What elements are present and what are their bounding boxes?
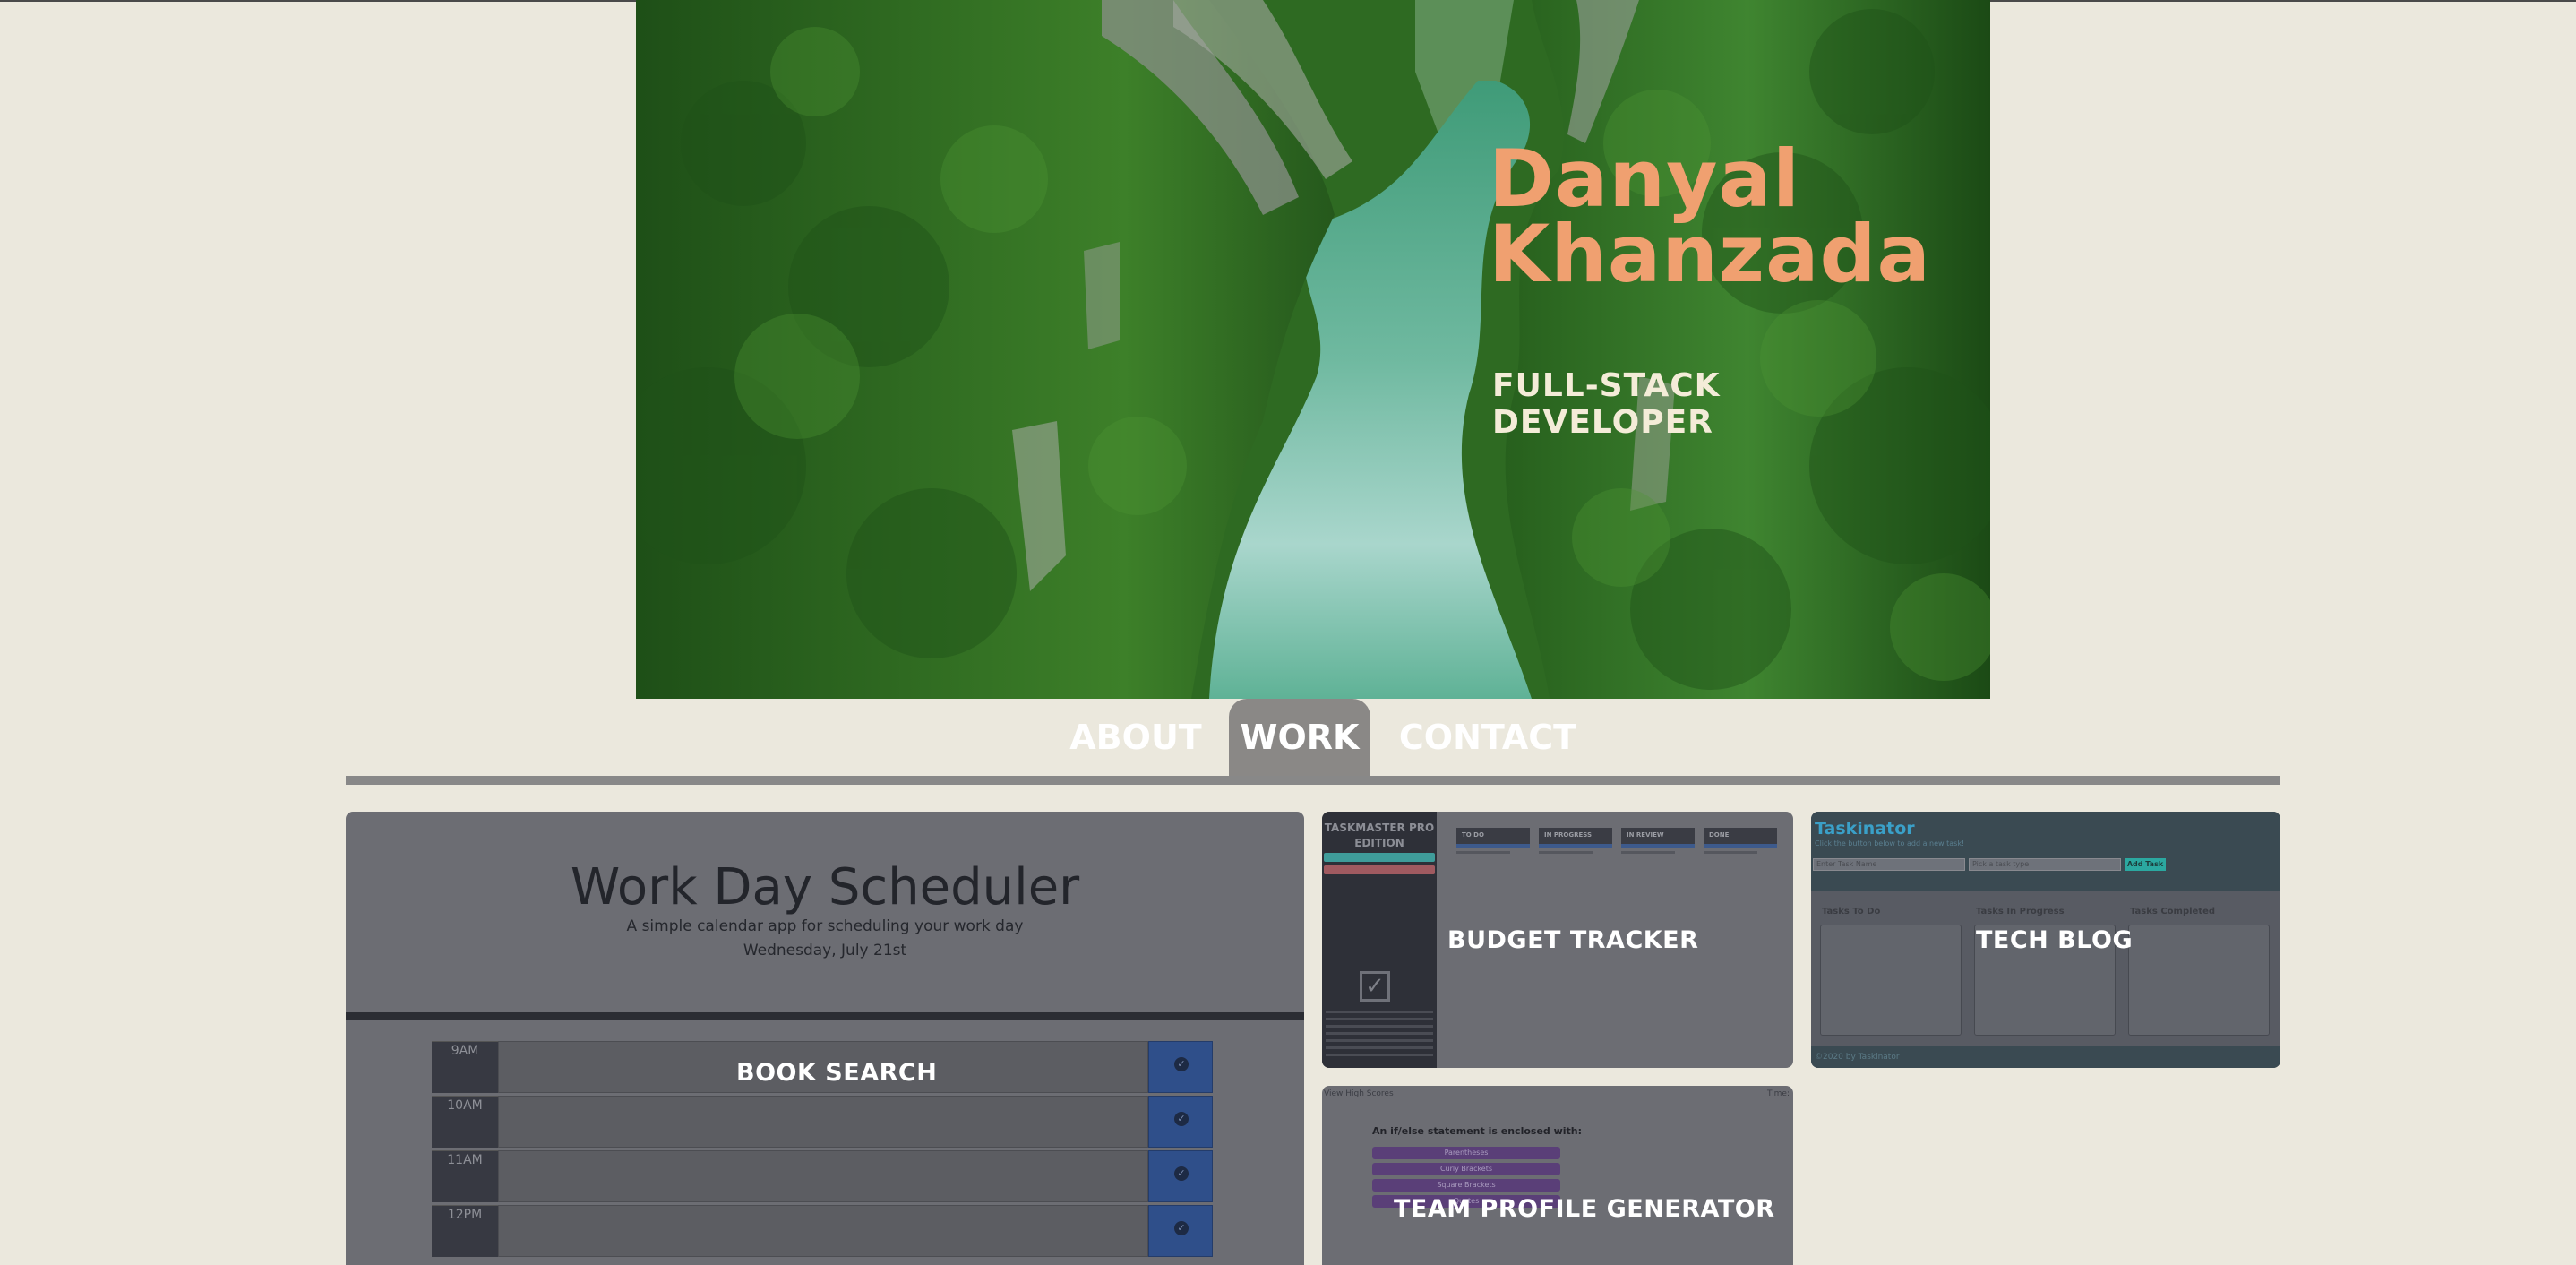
- project-title-tech-blog: TECH BLOG: [1976, 926, 2134, 954]
- project-title-budget-tracker: BUDGET TRACKER: [1447, 926, 1699, 954]
- time-block-text: [498, 1205, 1148, 1257]
- project-card-budget-tracker[interactable]: TASKMASTER PRO EDITION ✓ TO DO IN PROGRE…: [1322, 812, 1793, 1068]
- preview-side-title: TASKMASTER PRO EDITION: [1324, 822, 1435, 849]
- preview-column-text: [1539, 851, 1593, 854]
- preview-column-text: [1456, 851, 1510, 854]
- preview-sidebar: TASKMASTER PRO EDITION ✓: [1322, 812, 1437, 1068]
- save-icon: [1148, 1041, 1213, 1093]
- project-title-book-search: BOOK SEARCH: [736, 1059, 938, 1087]
- preview-column-head: Tasks To Do: [1822, 907, 1881, 916]
- project-title-team-profile-generator: TEAM PROFILE GENERATOR: [1394, 1195, 1775, 1223]
- hero-name: Danyal Khanzada: [1489, 133, 1931, 300]
- preview-column: DONE: [1704, 828, 1777, 855]
- preview-column-head: Tasks Completed: [2130, 907, 2216, 916]
- preview-column-text: [1704, 851, 1757, 854]
- nav-about[interactable]: ABOUT: [1062, 699, 1209, 776]
- hero-role: FULL-STACK DEVELOPER: [1492, 367, 1721, 441]
- preview-column-head: DONE: [1704, 828, 1777, 844]
- nav-divider: [346, 776, 2280, 785]
- preview-tagline: Click the button below to add a new task…: [1815, 839, 1965, 848]
- time-block: 10AM: [432, 1096, 1213, 1148]
- preview-column-bar: [1539, 844, 1612, 848]
- preview-subtitle: A simple calendar app for scheduling you…: [626, 917, 1024, 935]
- time-block-text: [498, 1150, 1148, 1202]
- project-card-tech-blog[interactable]: Taskinator Click the button below to add…: [1811, 812, 2280, 1068]
- preview-delete-button: [1324, 865, 1435, 874]
- preview-add-task-button: Add Task: [2125, 858, 2166, 871]
- project-card-team-profile-generator[interactable]: View High Scores Time: An if/else statem…: [1322, 1086, 1793, 1265]
- preview-column: TO DO: [1456, 828, 1530, 855]
- time-block: 11AM: [432, 1150, 1213, 1202]
- preview-header: Taskinator Click the button below to add…: [1811, 812, 2280, 891]
- preview-date: Wednesday, July 21st: [743, 942, 907, 960]
- preview-task-type-select: Pick a task type: [1969, 858, 2121, 871]
- preview-choice: Parentheses: [1372, 1147, 1560, 1159]
- preview-column-bar: [1621, 844, 1695, 848]
- preview-high-scores-link: View High Scores: [1324, 1089, 1394, 1098]
- nav-contact[interactable]: CONTACT: [1394, 699, 1582, 776]
- preview-task-list: [1820, 925, 1962, 1036]
- hour-label: 11AM: [432, 1150, 498, 1202]
- preview-choice: Curly Brackets: [1372, 1163, 1560, 1175]
- preview-column: IN PROGRESS: [1539, 828, 1612, 855]
- save-icon: [1148, 1096, 1213, 1148]
- main-nav: ABOUT WORK CONTACT: [0, 699, 2576, 776]
- nav-work[interactable]: WORK: [1229, 699, 1370, 776]
- hero-banner: Danyal Khanzada FULL-STACK DEVELOPER: [636, 0, 1990, 699]
- preview-divider: [346, 1012, 1304, 1020]
- save-icon: [1148, 1150, 1213, 1202]
- project-card-book-search[interactable]: Work Day Scheduler A simple calendar app…: [346, 812, 1304, 1265]
- preview-column-text: [1621, 851, 1675, 854]
- canyon-background-image: [636, 0, 1990, 699]
- save-icon: [1148, 1205, 1213, 1257]
- preview-task-list: [2128, 925, 2270, 1036]
- preview-footer: ©2020 by Taskinator: [1811, 1046, 2280, 1068]
- preview-column-head: TO DO: [1456, 828, 1530, 844]
- preview-title: Work Day Scheduler: [570, 858, 1080, 916]
- time-block-text: [498, 1096, 1148, 1148]
- checkbox-icon: ✓: [1360, 971, 1390, 1002]
- time-block: 12PM: [432, 1205, 1213, 1257]
- preview-timer: Time:: [1766, 1089, 1790, 1098]
- preview-side-text: [1326, 1011, 1433, 1057]
- preview-choice: Square Brackets: [1372, 1179, 1560, 1192]
- preview-title: Taskinator: [1815, 819, 1915, 839]
- preview-column-head: IN REVIEW: [1621, 828, 1695, 844]
- hour-label: 10AM: [432, 1096, 498, 1148]
- preview-column-head: Tasks In Progress: [1976, 907, 2065, 916]
- preview-add-button: [1324, 853, 1435, 862]
- preview-column-head: IN PROGRESS: [1539, 828, 1612, 844]
- preview-column: IN REVIEW: [1621, 828, 1695, 855]
- hour-label: 9AM: [432, 1041, 498, 1093]
- preview-question: An if/else statement is enclosed with:: [1372, 1125, 1583, 1137]
- preview-task-name-input: Enter Task Name: [1813, 858, 1965, 871]
- preview-column-bar: [1704, 844, 1777, 848]
- hour-label: 12PM: [432, 1205, 498, 1257]
- preview-column-bar: [1456, 844, 1530, 848]
